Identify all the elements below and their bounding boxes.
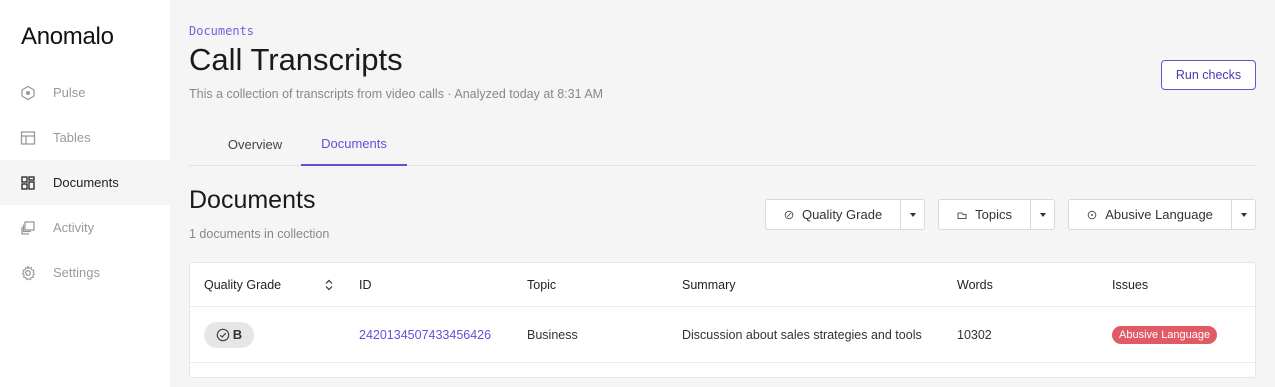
sidebar-item-label: Tables xyxy=(53,130,91,145)
issue-badge: Abusive Language xyxy=(1112,325,1218,344)
sidebar-item-label: Activity xyxy=(53,220,95,235)
table-row[interactable]: B 2420134507433456426 Business Discussio… xyxy=(190,307,1255,363)
column-header-topic: Topic xyxy=(527,277,557,292)
app-logo[interactable]: Anomalo xyxy=(21,23,114,51)
filter-label: Abusive Language xyxy=(1105,207,1213,222)
sidebar-item-label: Pulse xyxy=(53,85,86,100)
sidebar-nav: Pulse Tables Documents Activity Settings xyxy=(0,70,170,295)
quality-grade-filter-button[interactable]: Quality Grade xyxy=(766,200,900,229)
section-title: Documents xyxy=(189,186,316,214)
document-count: 1 documents in collection xyxy=(189,227,330,241)
filter-label: Topics xyxy=(975,207,1013,222)
page-title: Call Transcripts xyxy=(189,42,403,77)
sidebar-item-label: Settings xyxy=(53,265,100,280)
topic-cell: Business xyxy=(527,327,578,342)
documents-icon xyxy=(20,175,36,191)
breadcrumb[interactable]: Documents xyxy=(189,24,254,38)
chevron-down-icon xyxy=(1240,212,1247,217)
tab-overview[interactable]: Overview xyxy=(209,123,301,166)
table-header: Quality Grade ID Topic Summary Words Iss… xyxy=(190,263,1255,307)
sidebar-item-pulse[interactable]: Pulse xyxy=(0,70,170,115)
sidebar-item-label: Documents xyxy=(53,175,119,190)
page-subtitle: This a collection of transcripts from vi… xyxy=(189,87,604,101)
grade-badge: B xyxy=(204,321,254,348)
abusive-language-filter-button[interactable]: Abusive Language xyxy=(1069,200,1231,229)
quality-grade-cell: B xyxy=(204,307,254,362)
grade-value: B xyxy=(232,327,243,342)
pulse-icon xyxy=(20,85,36,101)
column-header-summary: Summary xyxy=(682,277,736,292)
gear-icon xyxy=(20,264,36,281)
column-header-id: ID xyxy=(359,277,372,292)
warning-circle-icon xyxy=(1087,210,1097,220)
chevron-down-icon xyxy=(1039,212,1046,217)
filter-label: Quality Grade xyxy=(801,207,883,222)
quality-grade-dropdown-toggle[interactable] xyxy=(900,200,924,229)
tag-icon xyxy=(957,210,967,220)
column-header-words: Words xyxy=(957,277,993,292)
topics-filter-button[interactable]: Topics xyxy=(939,200,1030,229)
topics-dropdown-toggle[interactable] xyxy=(1030,200,1054,229)
activity-icon xyxy=(20,220,36,236)
check-circle-icon xyxy=(216,328,230,341)
tab-documents[interactable]: Documents xyxy=(301,123,407,166)
column-header-quality-grade[interactable]: Quality Grade xyxy=(204,263,281,306)
sort-icon[interactable] xyxy=(325,279,333,291)
abusive-language-filter: Abusive Language xyxy=(1068,199,1256,230)
tab-bar: Overview Documents xyxy=(189,123,1256,166)
sidebar-item-settings[interactable]: Settings xyxy=(0,250,170,295)
abusive-language-dropdown-toggle[interactable] xyxy=(1231,200,1255,229)
run-checks-button[interactable]: Run checks xyxy=(1161,60,1256,90)
issues-cell: Abusive Language xyxy=(1112,307,1218,362)
topics-filter: Topics xyxy=(938,199,1055,230)
sidebar: Anomalo Pulse Tables Documents Activity xyxy=(0,0,170,387)
chevron-down-icon xyxy=(909,212,916,217)
sidebar-item-documents[interactable]: Documents xyxy=(0,160,170,205)
grade-filter-icon xyxy=(784,210,794,220)
table-icon xyxy=(20,130,36,146)
sidebar-item-tables[interactable]: Tables xyxy=(0,115,170,160)
summary-cell: Discussion about sales strategies and to… xyxy=(682,327,922,342)
quality-grade-filter: Quality Grade xyxy=(765,199,925,230)
document-id-link[interactable]: 2420134507433456426 xyxy=(359,307,491,362)
column-header-issues: Issues xyxy=(1112,277,1149,292)
documents-table: Quality Grade ID Topic Summary Words Iss… xyxy=(189,262,1256,378)
words-cell: 10302 xyxy=(957,327,992,342)
sidebar-item-activity[interactable]: Activity xyxy=(0,205,170,250)
